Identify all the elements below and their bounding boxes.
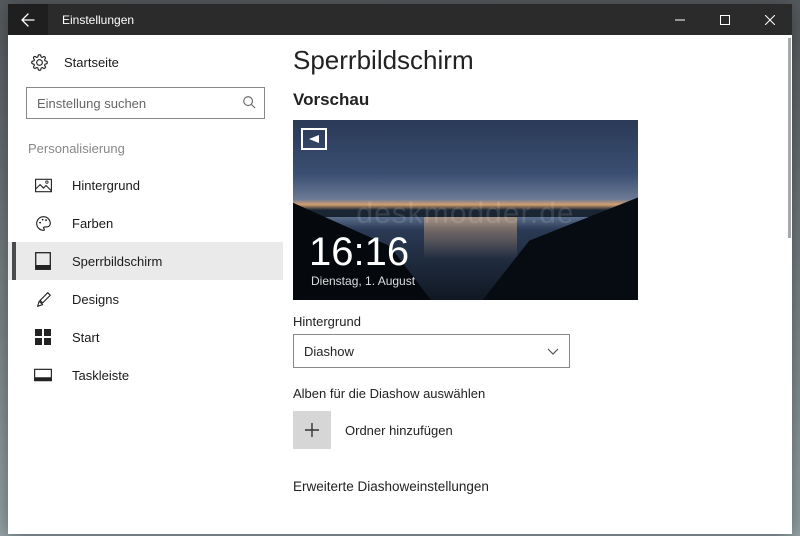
background-select-value: Diashow bbox=[304, 344, 354, 359]
content-area: Startseite Einstellung suchen Personalis… bbox=[8, 35, 792, 534]
sidebar-item-label: Hintergrund bbox=[72, 178, 140, 193]
sidebar-item-label: Farben bbox=[72, 216, 113, 231]
sidebar-item-taskbar[interactable]: Taskleiste bbox=[8, 356, 283, 394]
start-icon bbox=[34, 328, 52, 346]
back-button[interactable] bbox=[8, 4, 48, 35]
search-icon bbox=[242, 95, 256, 112]
lockscreen-icon bbox=[34, 252, 52, 270]
home-link[interactable]: Startseite bbox=[8, 47, 283, 81]
preview-heading: Vorschau bbox=[293, 90, 762, 110]
sidebar-item-label: Designs bbox=[72, 292, 119, 307]
sidebar-item-label: Start bbox=[72, 330, 99, 345]
gear-icon bbox=[30, 53, 48, 71]
sidebar-item-colors[interactable]: Farben bbox=[8, 204, 283, 242]
lockscreen-preview: deskmodder.de 16:16 Dienstag, 1. August bbox=[293, 120, 638, 300]
section-label: Personalisierung bbox=[8, 137, 283, 166]
search-wrap: Einstellung suchen bbox=[26, 87, 265, 119]
search-input[interactable]: Einstellung suchen bbox=[26, 87, 265, 119]
close-button[interactable] bbox=[747, 4, 792, 35]
preview-date: Dienstag, 1. August bbox=[311, 274, 415, 288]
sidebar-item-label: Sperrbildschirm bbox=[72, 254, 162, 269]
add-folder-button[interactable]: Ordner hinzufügen bbox=[293, 411, 762, 449]
maximize-icon bbox=[720, 15, 730, 25]
albums-label: Alben für die Diashow auswählen bbox=[293, 386, 762, 401]
sidebar-item-label: Taskleiste bbox=[72, 368, 129, 383]
advanced-settings-heading: Erweiterte Diashoweinstellungen bbox=[293, 479, 762, 494]
sidebar-item-lockscreen[interactable]: Sperrbildschirm bbox=[8, 242, 283, 280]
settings-window: Einstellungen Startseite Einstellung suc… bbox=[8, 4, 792, 534]
minimize-icon bbox=[675, 15, 685, 25]
titlebar: Einstellungen bbox=[8, 4, 792, 35]
add-folder-label: Ordner hinzufügen bbox=[345, 423, 453, 438]
picture-icon bbox=[34, 176, 52, 194]
main-panel: Sperrbildschirm Vorschau deskmodder.de 1… bbox=[283, 35, 792, 534]
scrollbar-thumb[interactable] bbox=[788, 38, 791, 238]
taskbar-icon bbox=[34, 366, 52, 384]
watermark: deskmodder.de bbox=[356, 197, 574, 231]
home-label: Startseite bbox=[64, 55, 119, 70]
sidebar-item-start[interactable]: Start bbox=[8, 318, 283, 356]
slideshow-icon bbox=[301, 128, 327, 150]
chevron-down-icon bbox=[547, 344, 559, 359]
sidebar: Startseite Einstellung suchen Personalis… bbox=[8, 35, 283, 534]
brush-icon bbox=[34, 290, 52, 308]
window-title: Einstellungen bbox=[48, 4, 134, 35]
arrow-left-icon bbox=[20, 12, 36, 28]
page-title: Sperrbildschirm bbox=[293, 45, 762, 76]
close-icon bbox=[765, 15, 775, 25]
search-placeholder: Einstellung suchen bbox=[37, 96, 146, 111]
plus-icon bbox=[293, 411, 331, 449]
palette-icon bbox=[34, 214, 52, 232]
sidebar-item-designs[interactable]: Designs bbox=[8, 280, 283, 318]
maximize-button[interactable] bbox=[702, 4, 747, 35]
background-label: Hintergrund bbox=[293, 314, 762, 329]
sidebar-item-background[interactable]: Hintergrund bbox=[8, 166, 283, 204]
minimize-button[interactable] bbox=[657, 4, 702, 35]
preview-time: 16:16 bbox=[309, 232, 409, 272]
background-select[interactable]: Diashow bbox=[293, 334, 570, 368]
